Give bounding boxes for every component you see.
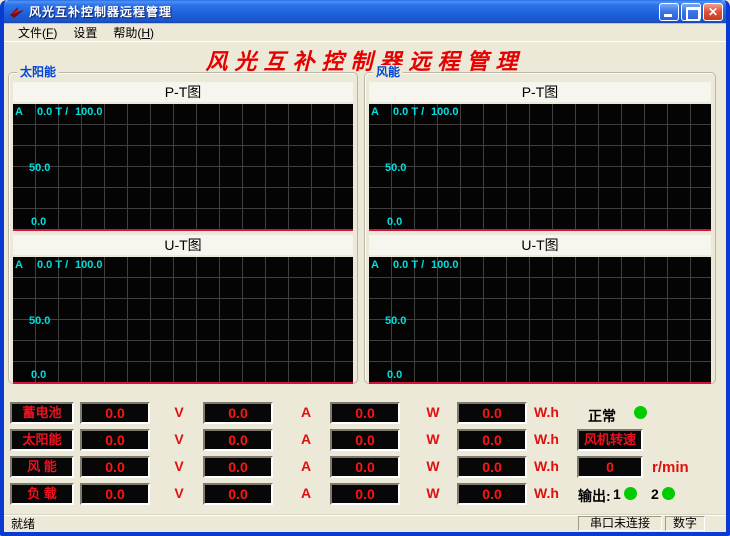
output2-indicator bbox=[662, 487, 675, 500]
axis-ymax: 100.0 bbox=[75, 106, 103, 118]
normal-status-indicator bbox=[634, 406, 647, 419]
battery-label: 蓄电池 bbox=[10, 402, 74, 424]
window-title: 风光互补控制器远程管理 bbox=[29, 3, 657, 20]
titlebar[interactable]: 风光互补控制器远程管理 ✕ bbox=[4, 0, 726, 23]
statusbar: 就绪 串口未连接 数字 bbox=[4, 514, 726, 532]
solar-voltage-display: 0.0 bbox=[80, 429, 150, 451]
statusbar-serial-status: 串口未连接 bbox=[578, 516, 662, 531]
wind-ut-chart-title: U-T图 bbox=[369, 235, 711, 255]
wind-group-label: 风能 bbox=[373, 65, 403, 79]
battery-power-display: 0.0 bbox=[330, 402, 400, 424]
wh-unit-label: W.h bbox=[534, 485, 580, 501]
load-voltage-display: 0.0 bbox=[80, 483, 150, 505]
battery-energy-display: 0.0 bbox=[457, 402, 527, 424]
wh-unit-label: W.h bbox=[534, 431, 580, 447]
solar-group: 太阳能 P-T图 A 0.0 T / 100.0 50.0 0.0 U-T图 A… bbox=[8, 72, 358, 384]
fan-speed-display: 0 bbox=[577, 456, 643, 478]
output1-indicator bbox=[624, 487, 637, 500]
axis-ymin: 0.0 bbox=[31, 216, 46, 228]
volt-unit-label: V bbox=[156, 485, 202, 501]
solar-ut-chart-title: U-T图 bbox=[13, 235, 353, 255]
wind-voltage-display: 0.0 bbox=[80, 456, 150, 478]
client-area: 风光互补控制器远程管理 太阳能 P-T图 A 0.0 T / 100.0 50.… bbox=[4, 42, 726, 514]
solar-pt-chart: A 0.0 T / 100.0 50.0 0.0 bbox=[13, 104, 353, 231]
wind-ut-chart: A 0.0 T / 100.0 50.0 0.0 bbox=[369, 257, 711, 384]
axis-ymax: 100.0 bbox=[431, 259, 459, 271]
menu-settings[interactable]: 设置 bbox=[65, 22, 105, 43]
wind-energy-display: 0.0 bbox=[457, 456, 527, 478]
solar-power-display: 0.0 bbox=[330, 429, 400, 451]
axis-ymax: 100.0 bbox=[431, 106, 459, 118]
statusbar-num-indicator: 数字 bbox=[665, 516, 705, 531]
menubar: 文件(F) 设置 帮助(H) bbox=[4, 23, 726, 42]
output-label: 输出: bbox=[578, 486, 611, 506]
maximize-button[interactable] bbox=[681, 3, 701, 21]
app-logo-icon bbox=[9, 4, 25, 20]
wind-row: 风 能 0.0 V 0.0 A 0.0 W 0.0 W.h bbox=[10, 456, 570, 478]
statusbar-ready-text: 就绪 bbox=[4, 515, 578, 532]
axis-ymid: 50.0 bbox=[385, 162, 406, 174]
menu-file[interactable]: 文件(F) bbox=[10, 22, 65, 43]
axis-ymin: 0.0 bbox=[387, 216, 402, 228]
axis-ymid: 50.0 bbox=[385, 315, 406, 327]
axis-ymin: 0.0 bbox=[387, 369, 402, 381]
watt-unit-label: W bbox=[410, 485, 456, 501]
wind-pt-chart-title: P-T图 bbox=[369, 82, 711, 102]
solar-row: 太阳能 0.0 V 0.0 A 0.0 W 0.0 W.h bbox=[10, 429, 570, 451]
load-current-display: 0.0 bbox=[203, 483, 273, 505]
wind-group: 风能 P-T图 A 0.0 T / 100.0 50.0 0.0 U-T图 A … bbox=[364, 72, 716, 384]
battery-current-display: 0.0 bbox=[203, 402, 273, 424]
solar-pt-chart-title: P-T图 bbox=[13, 82, 353, 102]
solar-label: 太阳能 bbox=[10, 429, 74, 451]
load-power-display: 0.0 bbox=[330, 483, 400, 505]
battery-row: 蓄电池 0.0 V 0.0 A 0.0 W 0.0 W.h bbox=[10, 402, 570, 424]
output1-number: 1 bbox=[613, 486, 621, 502]
axis-ymid: 50.0 bbox=[29, 162, 50, 174]
rpm-unit-label: r/min bbox=[652, 459, 689, 476]
solar-current-display: 0.0 bbox=[203, 429, 273, 451]
load-energy-display: 0.0 bbox=[457, 483, 527, 505]
load-label: 负 载 bbox=[10, 483, 74, 505]
wind-pt-chart: A 0.0 T / 100.0 50.0 0.0 bbox=[369, 104, 711, 231]
volt-unit-label: V bbox=[156, 431, 202, 447]
battery-voltage-display: 0.0 bbox=[80, 402, 150, 424]
close-button[interactable]: ✕ bbox=[703, 3, 723, 21]
amp-unit-label: A bbox=[283, 485, 329, 501]
axis-time-label: 0.0 T / bbox=[393, 259, 424, 271]
wind-label: 风 能 bbox=[10, 456, 74, 478]
wind-current-display: 0.0 bbox=[203, 456, 273, 478]
readings-panel: 蓄电池 0.0 V 0.0 A 0.0 W 0.0 W.h 太阳能 0.0 V … bbox=[4, 398, 726, 510]
minimize-button[interactable] bbox=[659, 3, 679, 21]
normal-status-label: 正常 bbox=[588, 406, 616, 426]
fan-speed-label: 风机转速 bbox=[577, 429, 643, 451]
wh-unit-label: W.h bbox=[534, 458, 580, 474]
amp-unit-label: A bbox=[283, 404, 329, 420]
volt-unit-label: V bbox=[156, 404, 202, 420]
axis-ymid: 50.0 bbox=[29, 315, 50, 327]
axis-time-label: 0.0 T / bbox=[37, 259, 68, 271]
app-window: 风光互补控制器远程管理 ✕ 文件(F) 设置 帮助(H) 风光互补控制器远程管理… bbox=[0, 0, 730, 536]
axis-marker: A bbox=[15, 259, 23, 271]
amp-unit-label: A bbox=[283, 431, 329, 447]
output2-number: 2 bbox=[651, 486, 659, 502]
axis-marker: A bbox=[371, 106, 379, 118]
axis-time-label: 0.0 T / bbox=[37, 106, 68, 118]
solar-ut-chart: A 0.0 T / 100.0 50.0 0.0 bbox=[13, 257, 353, 384]
load-row: 负 载 0.0 V 0.0 A 0.0 W 0.0 W.h bbox=[10, 483, 570, 505]
axis-ymax: 100.0 bbox=[75, 259, 103, 271]
axis-marker: A bbox=[371, 259, 379, 271]
solar-energy-display: 0.0 bbox=[457, 429, 527, 451]
solar-group-label: 太阳能 bbox=[17, 65, 59, 79]
axis-time-label: 0.0 T / bbox=[393, 106, 424, 118]
menu-help[interactable]: 帮助(H) bbox=[105, 22, 162, 43]
watt-unit-label: W bbox=[410, 458, 456, 474]
watt-unit-label: W bbox=[410, 404, 456, 420]
axis-marker: A bbox=[15, 106, 23, 118]
amp-unit-label: A bbox=[283, 458, 329, 474]
wind-power-display: 0.0 bbox=[330, 456, 400, 478]
watt-unit-label: W bbox=[410, 431, 456, 447]
volt-unit-label: V bbox=[156, 458, 202, 474]
wh-unit-label: W.h bbox=[534, 404, 580, 420]
axis-ymin: 0.0 bbox=[31, 369, 46, 381]
